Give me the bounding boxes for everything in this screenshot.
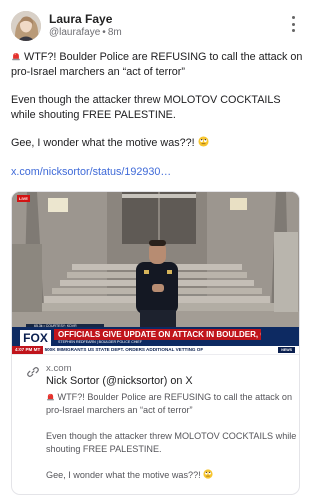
- avatar[interactable]: [11, 11, 41, 41]
- fox-news-logo: FOX: [20, 330, 51, 346]
- face-with-rolling-eyes-emoji: [203, 469, 213, 479]
- vertical-ellipsis-icon: [291, 22, 295, 26]
- vertical-ellipsis-icon: [291, 16, 295, 19]
- news-ticker: 4:07 PM MT 500K IMMIGRANTS US STATE DEPT…: [12, 346, 299, 354]
- card-description: WTF?! Boulder Police are REFUSING to cal…: [46, 391, 298, 482]
- link-preview-details: x.com Nick Sortor (@nicksortor) on X WTF…: [12, 354, 299, 494]
- post-card: Laura Faye @laurafaye • 8m WTF?! Boulder P…: [0, 0, 311, 500]
- meta-separator: •: [102, 27, 106, 38]
- vertical-ellipsis-icon: [291, 29, 295, 32]
- card-paragraph-text: WTF?! Boulder Police are REFUSING to cal…: [46, 392, 293, 415]
- speaker-caption: STEPHEN REDFEARN | BOULDER POLICE CHIEF: [58, 340, 143, 344]
- ticker-text: 500K IMMIGRANTS US STATE DEPT. ORDERS AD…: [44, 347, 204, 352]
- post-paragraph-text: WTF?! Boulder Police are REFUSING to cal…: [11, 51, 303, 78]
- card-paragraph: Gee, I wonder what the motive was??!: [46, 469, 298, 482]
- post-body: WTF?! Boulder Police are REFUSING to cal…: [11, 50, 303, 151]
- avatar-photo: [11, 11, 41, 41]
- police-car-light-emoji: [12, 53, 20, 61]
- link-preview-card[interactable]: LIVE 65.3k • COURTESY: KDVR FOX OFFICIAL…: [11, 191, 300, 495]
- author-handle[interactable]: @laurafaye: [49, 27, 100, 38]
- face-with-rolling-eyes-emoji: [198, 136, 209, 147]
- post-link[interactable]: x.com/nicksortor/status/192930…: [11, 166, 171, 178]
- police-car-light-emoji: [47, 393, 54, 401]
- ticker-news-tag: NEWS: [278, 347, 295, 353]
- news-headline: OFFICIALS GIVE UPDATE ON ATTACK IN BOULD…: [54, 329, 261, 340]
- card-paragraph-text: Gee, I wonder what the motive was??!: [46, 470, 201, 480]
- ticker-time: 4:07 PM MT: [12, 346, 44, 354]
- card-paragraph: WTF?! Boulder Police are REFUSING to cal…: [46, 391, 298, 417]
- card-domain: x.com: [46, 363, 72, 374]
- post-paragraph: Gee, I wonder what the motive was??!: [11, 136, 303, 151]
- link-icon: [27, 367, 39, 377]
- author-name[interactable]: Laura Faye: [49, 12, 112, 26]
- post-paragraph-text: Gee, I wonder what the motive was??!: [11, 137, 195, 149]
- post-timestamp[interactable]: 8m: [108, 27, 122, 38]
- live-badge: LIVE: [17, 195, 30, 202]
- card-title[interactable]: Nick Sortor (@nicksortor) on X: [46, 375, 193, 387]
- author-meta: @laurafaye • 8m: [49, 27, 122, 38]
- card-paragraph-text: Even though the attacker threw MOLOTOV C…: [46, 431, 297, 454]
- video-thumbnail[interactable]: LIVE 65.3k • COURTESY: KDVR FOX OFFICIAL…: [12, 192, 299, 354]
- post-paragraph: WTF?! Boulder Police are REFUSING to cal…: [11, 50, 303, 79]
- more-options-button[interactable]: [289, 16, 297, 32]
- post-paragraph-text: Even though the attacker threw MOLOTOV C…: [11, 94, 281, 121]
